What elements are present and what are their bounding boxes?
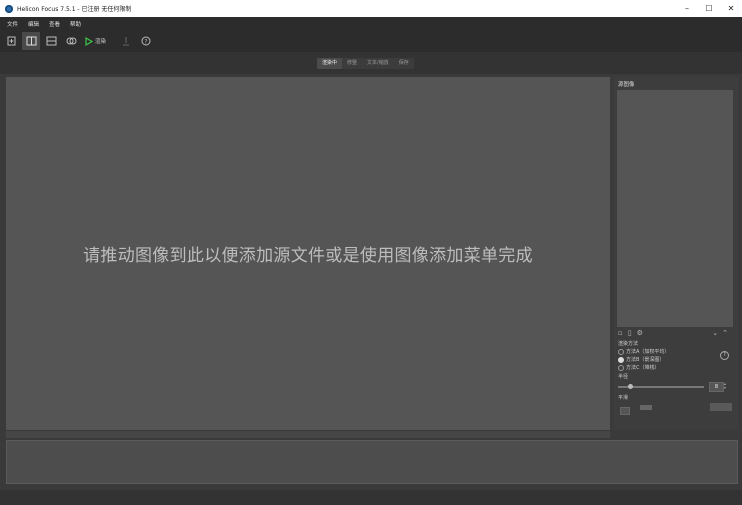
chevron-down-icon[interactable]: ⌄ (712, 329, 722, 337)
canvas-scrollbar[interactable] (6, 431, 610, 438)
panel-arrows: ⌄⌃ (712, 329, 732, 337)
smoothing-thumbnail (620, 407, 630, 415)
close-button[interactable]: ✕ (720, 0, 742, 17)
radius-label: 半径 (618, 374, 629, 380)
smoothing-preview (710, 403, 732, 411)
window-controls: – ☐ ✕ (676, 0, 742, 17)
help-icon: ? (141, 36, 151, 46)
tab-retouch[interactable]: 修整 (342, 58, 362, 69)
menu-file[interactable]: 文件 (7, 20, 18, 28)
method-a-option[interactable]: 方法A（加权平均） (618, 348, 669, 355)
smoothing-slider[interactable] (640, 405, 652, 410)
method-b-option[interactable]: 方法B（景深图） (618, 356, 664, 363)
method-b-label: 方法B（景深图） (626, 357, 665, 363)
compare-button[interactable] (62, 32, 80, 50)
layout-split-horizontal-button[interactable] (42, 32, 60, 50)
copy-icon[interactable]: ▯ (628, 329, 632, 337)
radius-spinner[interactable]: ▴ ▾ (724, 382, 726, 390)
help-button[interactable]: ? (137, 32, 155, 50)
menu-bar: 文件 编辑 查看 帮助 (0, 17, 742, 30)
settings-icon[interactable]: ⚙ (637, 329, 643, 337)
menu-edit[interactable]: 编辑 (28, 20, 39, 28)
status-bar (0, 490, 742, 505)
drop-hint: 请推动图像到此以便添加源文件或是使用图像添加菜单完成 (83, 246, 533, 266)
source-images-panel: 源图像 ▫ ▯ ⚙ ⌄⌃ 渲染方法 方法A（加权平均） 方法B（景深图） 方法C… (614, 77, 738, 430)
radius-slider-knob[interactable] (628, 384, 633, 389)
maximize-button[interactable]: ☐ (698, 0, 720, 17)
chevron-up-icon[interactable]: ⌃ (722, 329, 732, 337)
menu-help[interactable]: 帮助 (70, 20, 81, 28)
title-bar: Helicon Focus 7.5.1 - 已注册 无任何限制 – ☐ ✕ (0, 0, 742, 17)
output-filmstrip[interactable] (6, 440, 738, 484)
toolbar: 渲染 ? (0, 30, 742, 52)
tabs-row: 渲染中 修整 文本/缩放 保存 (0, 52, 742, 74)
microscope-button[interactable] (117, 32, 135, 50)
render-method-label: 渲染方法 (618, 341, 639, 347)
method-b-radio[interactable] (618, 356, 624, 363)
split-horizontal-icon (46, 36, 56, 46)
split-vertical-icon (26, 36, 36, 46)
window-title: Helicon Focus 7.5.1 - 已注册 无任何限制 (17, 6, 132, 13)
compare-icon (66, 37, 76, 45)
source-preview (617, 90, 733, 327)
tab-rendering[interactable]: 渲染中 (317, 58, 343, 69)
source-images-title: 源图像 (618, 82, 635, 88)
add-images-button[interactable] (2, 32, 20, 50)
method-a-label: 方法A（加权平均） (626, 349, 670, 355)
microscope-icon (123, 37, 130, 46)
svg-text:?: ? (144, 38, 147, 45)
method-a-radio[interactable] (618, 348, 624, 355)
smoothing-label: 平滑 (618, 395, 629, 401)
drop-area[interactable]: 请推动图像到此以便添加源文件或是使用图像添加菜单完成 (6, 77, 610, 430)
app-logo-icon (5, 4, 13, 13)
method-c-radio[interactable] (618, 364, 624, 371)
render-button[interactable]: 渲染 (82, 32, 109, 50)
add-file-icon (7, 36, 15, 46)
mode-tabs: 渲染中 修整 文本/缩放 保存 (317, 58, 414, 69)
method-c-option[interactable]: 方法C（堆栈） (618, 364, 660, 371)
source-panel-actions: ▫ ▯ ⚙ (618, 329, 643, 337)
tab-text-scale[interactable]: 文本/缩放 (362, 58, 394, 69)
radius-slider[interactable] (618, 384, 704, 389)
file-icon[interactable]: ▫ (618, 329, 623, 337)
tab-save[interactable]: 保存 (394, 58, 414, 69)
layout-split-vertical-button[interactable] (22, 32, 40, 50)
play-icon (85, 36, 93, 46)
render-label: 渲染 (95, 39, 107, 45)
menu-view[interactable]: 查看 (49, 20, 60, 28)
radius-value[interactable]: 8 (709, 382, 724, 392)
minimize-button[interactable]: – (676, 0, 698, 17)
method-c-label: 方法C（堆栈） (626, 365, 660, 371)
method-help-icon[interactable]: ? (720, 351, 729, 360)
